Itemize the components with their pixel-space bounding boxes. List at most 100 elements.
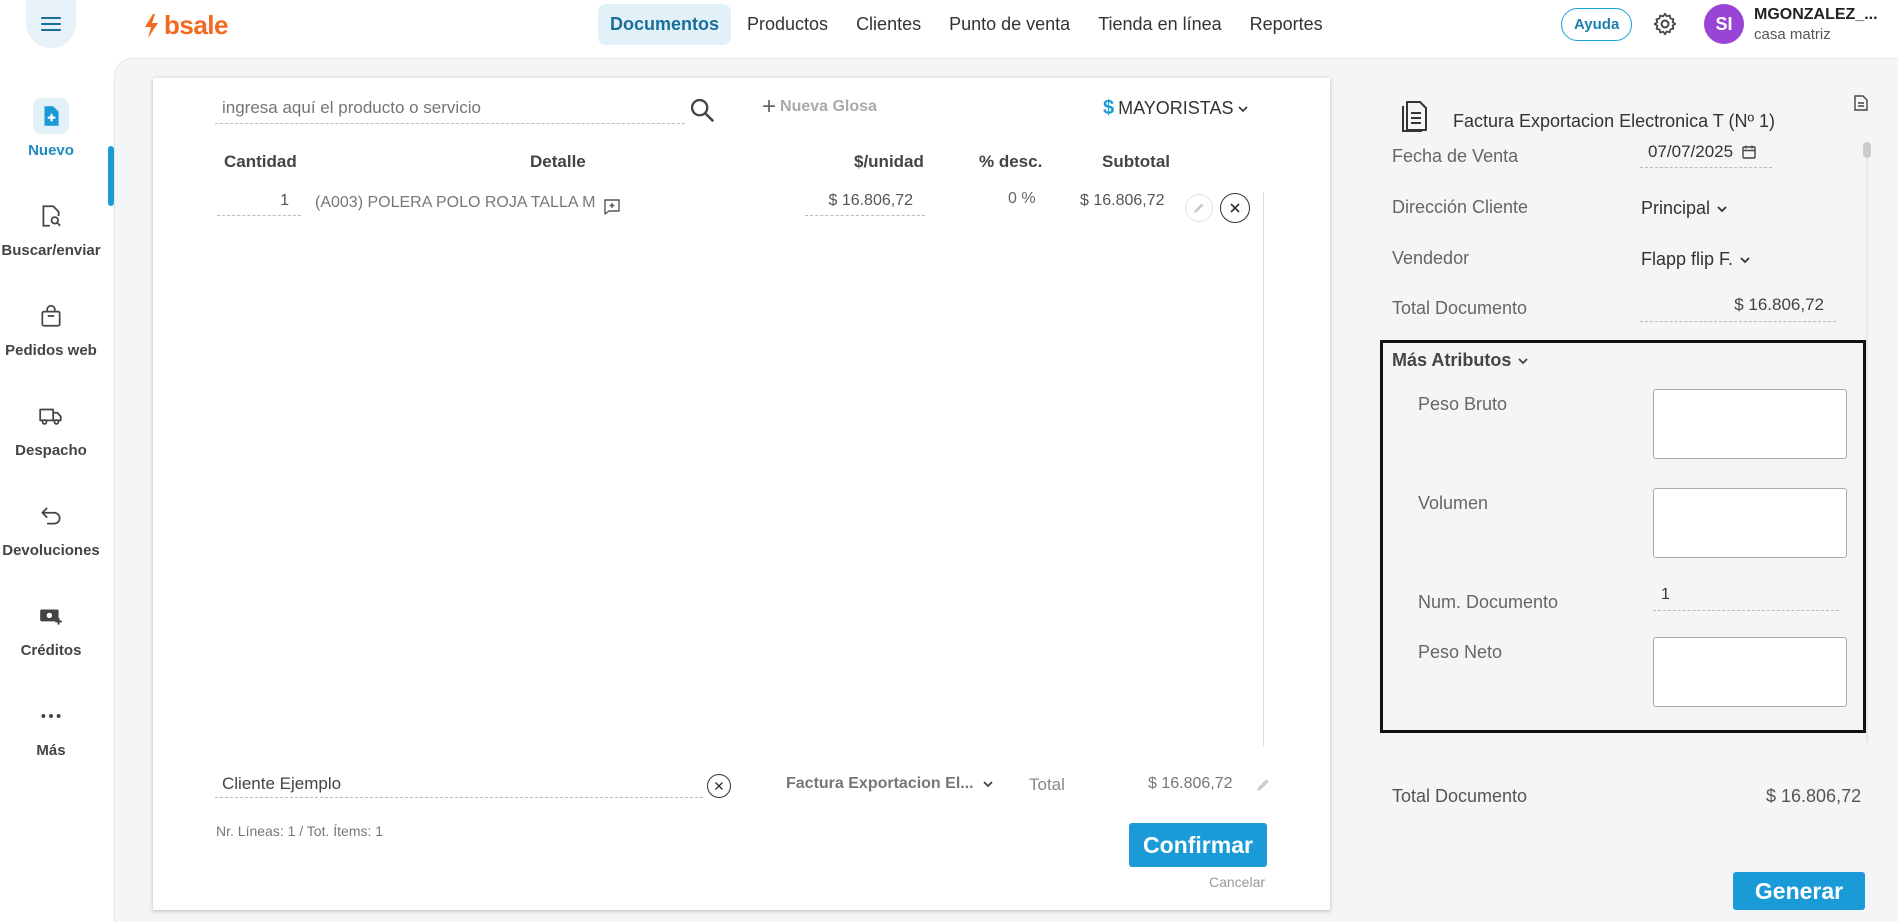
- add-comment-icon[interactable]: [603, 198, 621, 216]
- client-clear-button[interactable]: [707, 774, 731, 798]
- nav-documentos[interactable]: Documentos: [598, 4, 732, 45]
- row-remove-button[interactable]: [1220, 193, 1250, 223]
- truck-icon: [33, 398, 69, 434]
- help-button[interactable]: Ayuda: [1561, 8, 1633, 41]
- user-name[interactable]: MGONZALEZ_...: [1754, 6, 1878, 24]
- volumen-field[interactable]: [1653, 488, 1847, 558]
- total-label: Total: [1029, 775, 1065, 794]
- bsale-logo[interactable]: bsale: [142, 10, 229, 41]
- document-settings-icon[interactable]: [1852, 94, 1870, 112]
- chevron-down-icon: [982, 781, 993, 788]
- sidebar-item-nuevo[interactable]: Nuevo: [0, 98, 102, 159]
- plus-icon: +: [762, 93, 777, 120]
- peso-neto-field[interactable]: [1653, 637, 1847, 707]
- num-documento-field[interactable]: 1: [1653, 586, 1839, 611]
- sidebar-item-label: Créditos: [20, 642, 82, 659]
- row-unit-price-input[interactable]: $ 16.806,72: [805, 192, 925, 216]
- nav-clientes[interactable]: Clientes: [844, 4, 933, 45]
- document-title: Factura Exportacion Electronica T (Nº 1): [1453, 111, 1776, 131]
- confirm-button[interactable]: Confirmar: [1129, 823, 1267, 867]
- cancel-link[interactable]: Cancelar: [1209, 874, 1265, 890]
- vendedor-select[interactable]: Flapp flip F.: [1641, 249, 1751, 270]
- volumen-label: Volumen: [1418, 493, 1489, 513]
- mas-atributos-label: Más Atributos: [1392, 350, 1512, 370]
- return-arrow-icon: [33, 498, 69, 534]
- sidebar-item-label: Más: [36, 742, 66, 759]
- logo-text: bsale: [164, 10, 229, 40]
- price-list-select[interactable]: $ MAYORISTAS: [1103, 97, 1249, 120]
- row-edit-button[interactable]: [1185, 194, 1213, 222]
- hamburger-icon: [41, 17, 61, 31]
- avatar[interactable]: SI: [1704, 4, 1744, 44]
- user-branch: casa matriz: [1754, 26, 1831, 43]
- document-type-select[interactable]: Factura Exportacion El...: [786, 775, 994, 793]
- mas-atributos-toggle[interactable]: Más Atributos: [1392, 350, 1529, 371]
- new-document-icon: [33, 98, 69, 134]
- vendedor-value: Flapp flip F.: [1641, 249, 1734, 269]
- sidebar-item-label: Nuevo: [28, 142, 74, 159]
- close-icon: [715, 782, 723, 790]
- peso-bruto-label: Peso Bruto: [1418, 394, 1508, 414]
- generar-button[interactable]: Generar: [1733, 872, 1865, 910]
- total-documento-label: Total Documento: [1392, 298, 1528, 318]
- shopping-bag-icon: [33, 298, 69, 334]
- panel-scrollbar-thumb[interactable]: [1863, 142, 1871, 158]
- pencil-icon[interactable]: [1254, 776, 1272, 794]
- sidebar-item-label: Despacho: [15, 442, 87, 459]
- column-header-detalle: Detalle: [530, 152, 586, 171]
- fecha-venta-input[interactable]: 07/07/2025: [1640, 142, 1772, 168]
- sidebar-item-devoluciones[interactable]: Devoluciones: [0, 498, 102, 559]
- sidebar-item-pedidos-web[interactable]: Pedidos web: [0, 298, 102, 359]
- row-discount[interactable]: 0 %: [1008, 190, 1036, 208]
- total-value: $ 16.806,72: [1148, 775, 1233, 792]
- sidebar-item-despacho[interactable]: Despacho: [0, 398, 102, 459]
- direccion-cliente-select[interactable]: Principal: [1641, 198, 1728, 219]
- hamburger-menu-button[interactable]: [26, 0, 76, 48]
- num-documento-label: Num. Documento: [1418, 592, 1559, 612]
- vendedor-label: Vendedor: [1392, 248, 1470, 268]
- chevron-down-icon: [1740, 256, 1750, 263]
- calendar-icon[interactable]: [1741, 144, 1757, 160]
- column-header-subtotal: Subtotal: [1102, 152, 1170, 171]
- price-list-value: MAYORISTAS: [1118, 98, 1234, 118]
- gear-icon[interactable]: [1652, 11, 1678, 37]
- column-header-descuento: % desc.: [979, 152, 1043, 171]
- document-type-value: Factura Exportacion El...: [786, 775, 974, 792]
- sidebar-item-buscar-enviar[interactable]: Buscar/enviar: [0, 198, 102, 259]
- search-icon[interactable]: [688, 96, 716, 124]
- sidebar-item-creditos[interactable]: Créditos: [0, 598, 102, 659]
- column-header-unidad: $/unidad: [854, 152, 924, 171]
- column-header-cantidad: Cantidad: [224, 152, 297, 171]
- nav-productos[interactable]: Productos: [735, 4, 840, 45]
- panel-scrollbar-track[interactable]: [1866, 142, 1868, 742]
- direccion-cliente-label: Dirección Cliente: [1392, 197, 1529, 217]
- client-input[interactable]: [215, 770, 703, 798]
- product-search-input[interactable]: [215, 92, 685, 124]
- document-icon: [1402, 101, 1427, 132]
- chevron-down-icon: [1238, 105, 1249, 112]
- chevron-down-icon: [1518, 357, 1528, 364]
- sidebar-item-mas[interactable]: Más: [0, 698, 102, 759]
- cash-plus-icon: [33, 598, 69, 634]
- summary-total-value: $ 16.806,72: [1766, 786, 1862, 806]
- pencil-icon: [1194, 203, 1204, 213]
- sidebar-item-label: Devoluciones: [2, 542, 100, 559]
- nueva-glosa-button[interactable]: + Nueva Glosa: [762, 93, 877, 120]
- row-detail: (A003) POLERA POLO ROJA TALLA M: [315, 194, 596, 211]
- bsale-bolt-icon: [145, 13, 158, 38]
- main-nav: Documentos Productos Clientes Punto de v…: [598, 4, 1335, 45]
- peso-bruto-field[interactable]: [1653, 389, 1847, 459]
- direccion-cliente-value: Principal: [1641, 198, 1711, 218]
- nav-tienda-en-linea[interactable]: Tienda en línea: [1086, 4, 1233, 45]
- top-bar: bsale Documentos Productos Clientes Punt…: [0, 0, 1898, 48]
- nueva-glosa-label: Nueva Glosa: [780, 98, 877, 115]
- sidebar-item-label: Pedidos web: [5, 342, 97, 359]
- peso-neto-label: Peso Neto: [1418, 642, 1503, 662]
- column-divider: [1263, 192, 1264, 747]
- nav-reportes[interactable]: Reportes: [1238, 4, 1335, 45]
- nav-punto-de-venta[interactable]: Punto de venta: [937, 4, 1082, 45]
- row-quantity-input[interactable]: 1: [217, 192, 301, 216]
- total-documento-input[interactable]: $ 16.806,72: [1640, 295, 1836, 322]
- search-document-icon: [33, 198, 69, 234]
- close-icon: [1230, 203, 1240, 213]
